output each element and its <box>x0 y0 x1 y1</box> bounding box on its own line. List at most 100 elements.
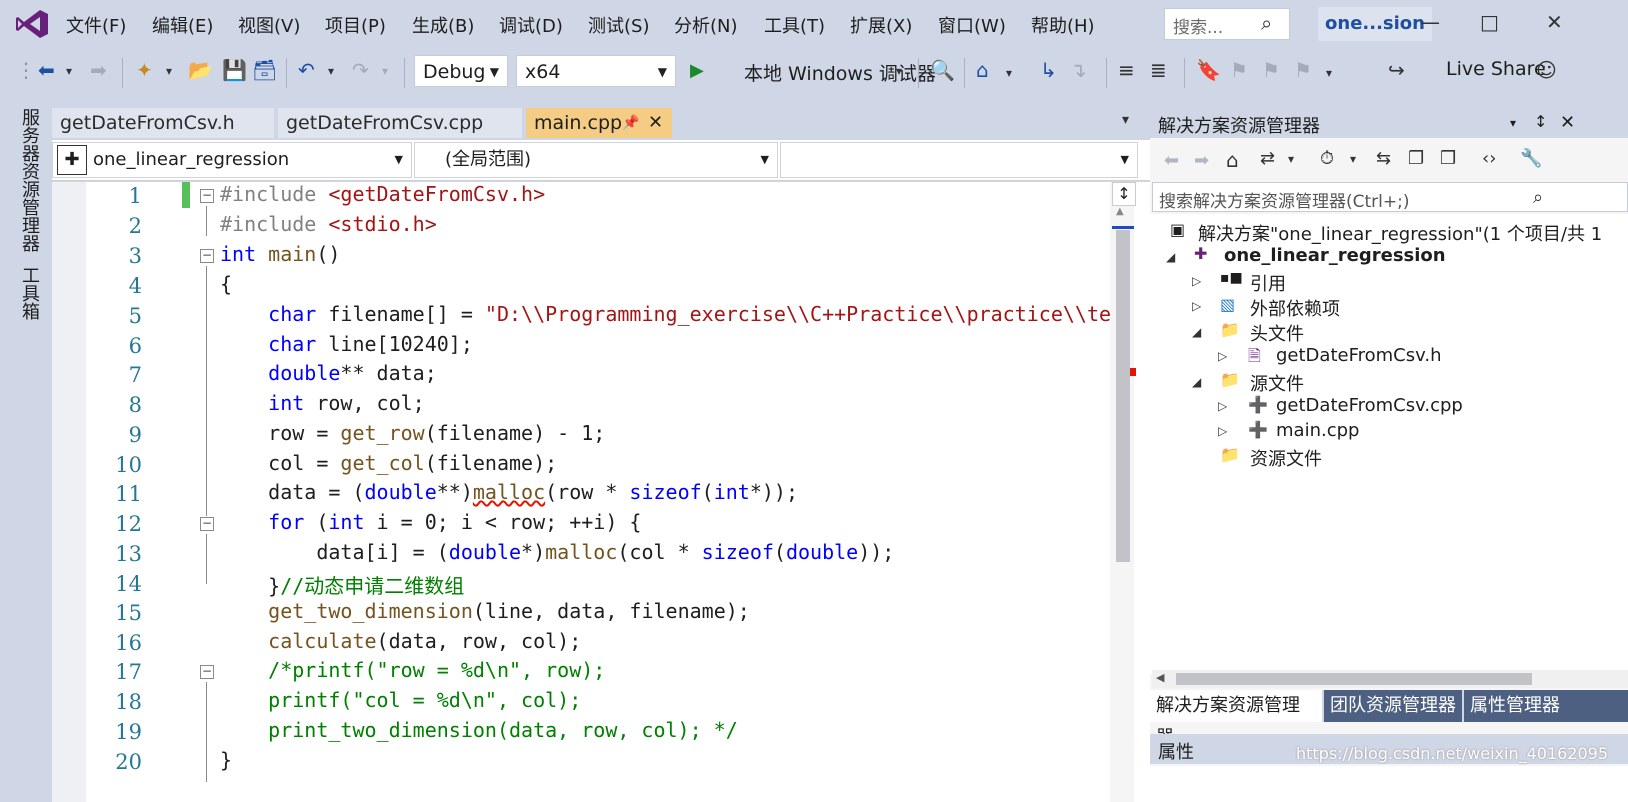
comment-lines-icon[interactable]: ≡ <box>1118 58 1135 82</box>
menu-build[interactable]: 生成(B) <box>412 12 474 38</box>
undo-icon[interactable]: ↶ <box>298 58 315 82</box>
chevron-down-icon[interactable]: ▾ <box>166 64 172 78</box>
chevron-down-icon[interactable]: ▾ <box>1350 152 1356 166</box>
sync-icon[interactable]: ⇆ <box>1376 148 1391 169</box>
minimize-icon[interactable]: — <box>1420 10 1440 34</box>
chevron-down-icon[interactable]: ▾ <box>382 64 388 78</box>
tab-solution-explorer[interactable]: 解决方案资源管理器 <box>1150 690 1322 748</box>
global-scope-select[interactable]: (全局范围) ▼ <box>414 142 778 178</box>
maximize-icon[interactable]: □ <box>1480 10 1499 34</box>
next-bookmark-icon[interactable]: ⚑ <box>1262 58 1280 82</box>
previous-bookmark-icon[interactable]: ⚑ <box>1230 58 1248 82</box>
collapse-icon[interactable]: − <box>200 189 214 203</box>
uncomment-lines-icon[interactable]: ≣ <box>1150 58 1167 82</box>
expanded-arrow-icon[interactable]: ◢ <box>1166 250 1175 264</box>
menu-tools[interactable]: 工具(T) <box>764 12 825 38</box>
bookmark-icon[interactable]: 🔖 <box>1196 58 1221 82</box>
save-all-icon[interactable]: 🗃 <box>252 58 277 82</box>
live-share-icon[interactable]: ↪ <box>1388 58 1405 82</box>
tab-getdatefromcsv-h[interactable]: getDateFromCsv.h <box>52 108 274 138</box>
home-icon[interactable]: ⌂ <box>976 58 989 82</box>
properties-wrench-icon[interactable]: 🔧 <box>1520 148 1542 169</box>
tab-main-cpp[interactable]: main.cpp 📌 ✕ <box>526 108 672 138</box>
chevron-down-icon[interactable]: ▾ <box>1006 66 1012 80</box>
solution-platform-select[interactable]: x64 ▼ <box>516 55 676 87</box>
chevron-down-icon[interactable]: ▾ <box>896 64 902 78</box>
new-project-icon[interactable]: ✦ <box>136 58 153 82</box>
menu-test[interactable]: 测试(S) <box>588 12 649 38</box>
tree-item-getdatefromcsv-h[interactable]: getDateFromCsv.h <box>1276 345 1442 366</box>
scrollbar-thumb[interactable] <box>1116 230 1130 562</box>
back-icon[interactable]: ⬅ <box>1164 150 1179 171</box>
chevron-down-icon[interactable]: ▾ <box>1288 152 1294 166</box>
feedback-person-icon[interactable]: ☺ <box>1536 58 1557 82</box>
collapse-all-icon[interactable]: ❐ <box>1408 148 1424 169</box>
tree-item-main-cpp[interactable]: main.cpp <box>1276 420 1359 441</box>
project-scope-select[interactable]: ✚ one_linear_regression ▼ <box>52 142 412 178</box>
start-debugging-button[interactable]: 本地 Windows 调试器 <box>744 59 936 86</box>
collapsed-arrow-icon[interactable]: ▷ <box>1218 399 1227 413</box>
menu-view[interactable]: 视图(V) <box>238 12 300 38</box>
collapsed-arrow-icon[interactable]: ▷ <box>1192 299 1201 313</box>
home-icon[interactable]: ⌂ <box>1226 148 1239 172</box>
collapse-icon[interactable]: − <box>200 665 214 679</box>
tree-item-references[interactable]: 引用 <box>1250 270 1286 296</box>
collapsed-arrow-icon[interactable]: ▷ <box>1192 274 1201 288</box>
tree-item-source-files[interactable]: 源文件 <box>1250 370 1304 396</box>
navigate-forward-icon[interactable]: ➡ <box>90 58 107 82</box>
open-file-icon[interactable]: 📂 <box>188 58 213 82</box>
menu-window[interactable]: 窗口(W) <box>938 12 1006 38</box>
menu-file[interactable]: 文件(F) <box>66 12 126 38</box>
pin-icon[interactable]: 📌 <box>622 108 639 138</box>
collapse-icon[interactable]: − <box>200 517 214 531</box>
chevron-down-icon[interactable]: ▾ <box>66 64 72 78</box>
navigate-back-icon[interactable]: ⬅ <box>38 58 55 82</box>
tree-item-external-deps[interactable]: 外部依赖项 <box>1250 295 1340 321</box>
expanded-arrow-icon[interactable]: ◢ <box>1192 325 1201 339</box>
scrollbar-thumb[interactable] <box>1176 673 1532 685</box>
collapse-icon[interactable]: − <box>200 249 214 263</box>
tab-getdatefromcsv-cpp[interactable]: getDateFromCsv.cpp <box>278 108 522 138</box>
expanded-arrow-icon[interactable]: ◢ <box>1192 375 1201 389</box>
live-share-button[interactable]: Live Share <box>1446 58 1546 80</box>
close-window-icon[interactable]: ✕ <box>1546 10 1563 34</box>
collapsed-arrow-icon[interactable]: ▷ <box>1218 349 1227 363</box>
panel-menu-icon[interactable]: ▾ <box>1510 116 1516 130</box>
menu-help[interactable]: 帮助(H) <box>1031 12 1095 38</box>
save-icon[interactable]: 💾 <box>222 58 247 82</box>
tab-property-manager[interactable]: 属性管理器 <box>1464 690 1628 722</box>
step-over-icon[interactable]: ↴ <box>1070 58 1087 82</box>
tree-item-getdatefromcsv-cpp[interactable]: getDateFromCsv.cpp <box>1276 395 1463 416</box>
scroll-up-icon[interactable]: ▲ <box>1116 206 1124 217</box>
menu-project[interactable]: 项目(P) <box>325 12 386 38</box>
menu-edit[interactable]: 编辑(E) <box>152 12 213 38</box>
view-code-icon[interactable]: ‹› <box>1482 148 1496 169</box>
split-editor-icon[interactable]: ↕ <box>1112 182 1136 206</box>
show-all-files-icon[interactable]: ❒ <box>1440 148 1456 169</box>
solution-configuration-select[interactable]: Debug ▼ <box>414 55 508 87</box>
tab-overflow-icon[interactable]: ▾ <box>1122 112 1129 128</box>
menu-debug[interactable]: 调试(D) <box>499 12 563 38</box>
redo-icon[interactable]: ↷ <box>352 58 369 82</box>
clear-bookmarks-icon[interactable]: ⚑ <box>1294 58 1312 82</box>
close-tab-icon[interactable]: ✕ <box>648 108 663 138</box>
visual-studio-logo-icon[interactable] <box>14 8 50 40</box>
tree-item-solution[interactable]: 解决方案"one_linear_regression"(1 个项目/共 1 <box>1198 220 1602 246</box>
menu-extensions[interactable]: 扩展(X) <box>850 12 912 38</box>
search-input[interactable]: 搜索... ⌕ <box>1164 8 1290 40</box>
solution-search-input[interactable]: 搜索解决方案资源管理器(Ctrl+;) ⌕ <box>1152 182 1628 212</box>
switch-views-icon[interactable]: ⇄ <box>1260 148 1275 169</box>
collapsed-arrow-icon[interactable]: ▷ <box>1218 424 1227 438</box>
tree-item-resource-files[interactable]: 资源文件 <box>1250 445 1322 471</box>
step-into-icon[interactable]: ↳ <box>1040 58 1057 82</box>
tree-item-header-files[interactable]: 头文件 <box>1250 320 1304 346</box>
code-area[interactable]: 1 2 3 4 5 6 7 8 9 10 11 12 13 14 15 16 1… <box>0 182 1123 802</box>
pending-changes-icon[interactable]: ⏱ <box>1320 148 1334 169</box>
find-in-files-icon[interactable]: 🔍 <box>930 58 955 82</box>
start-debugging-icon[interactable]: ▶ <box>690 60 704 81</box>
pin-icon[interactable]: ↕ <box>1534 112 1547 131</box>
close-panel-icon[interactable]: ✕ <box>1560 112 1575 133</box>
chevron-down-icon[interactable]: ▾ <box>1326 66 1332 80</box>
scroll-left-icon[interactable]: ◀ <box>1156 671 1164 684</box>
menu-analyze[interactable]: 分析(N) <box>674 12 738 38</box>
